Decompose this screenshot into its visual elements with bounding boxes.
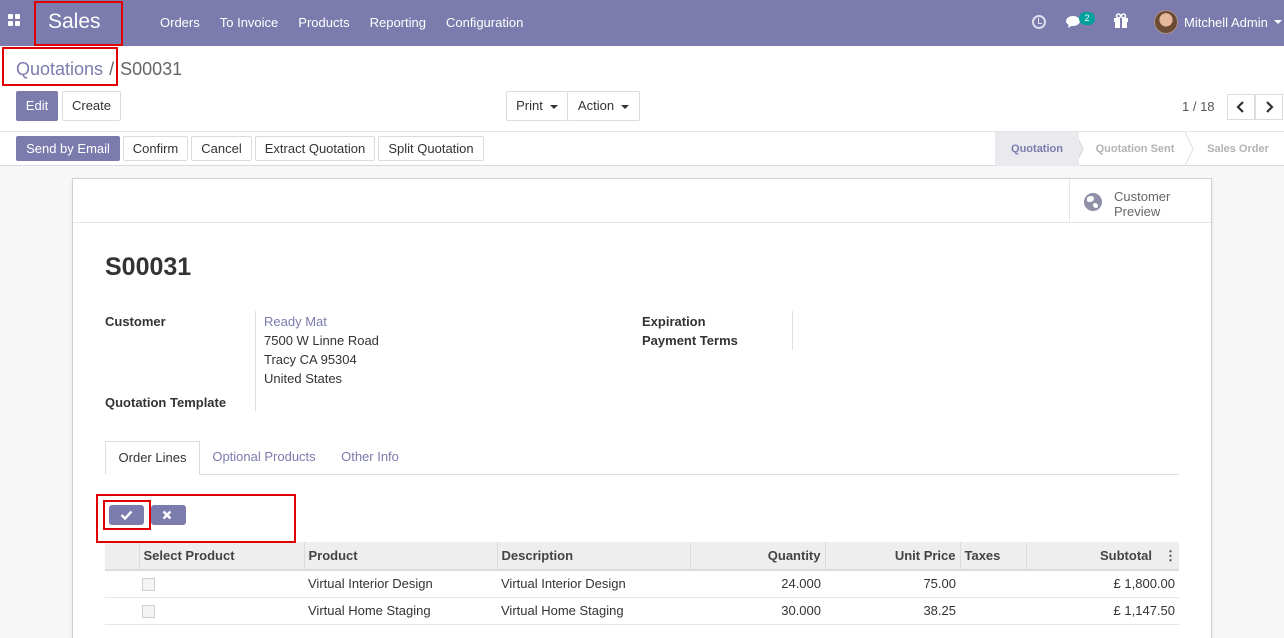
record-title: S00031 <box>105 253 192 281</box>
field-divider <box>255 311 256 411</box>
send-by-email-button[interactable]: Send by Email <box>16 136 120 161</box>
row-select-column <box>105 542 139 571</box>
menu-reporting[interactable]: Reporting <box>370 15 426 30</box>
column-header-unit-price[interactable]: Unit Price <box>824 542 960 571</box>
breadcrumb: Quotations / S00031 <box>16 59 182 80</box>
field-divider <box>792 311 793 350</box>
print-label: Print <box>516 98 543 113</box>
menu-products[interactable]: Products <box>298 15 349 30</box>
pager-previous-button[interactable] <box>1227 94 1255 120</box>
column-header-quantity[interactable]: Quantity <box>689 542 825 571</box>
stage-quotation[interactable]: Quotation <box>995 132 1079 166</box>
pager-value[interactable]: 1 / 18 <box>1182 99 1215 114</box>
product-cell[interactable]: Virtual Home Staging <box>304 597 497 625</box>
split-quotation-button[interactable]: Split Quotation <box>378 136 484 161</box>
customer-address-line2: Tracy CA 95304 <box>264 352 357 367</box>
stage-quotation-sent[interactable]: Quotation Sent <box>1087 132 1183 166</box>
expiration-label: Expiration <box>642 314 706 329</box>
subtotal-cell: £ 1,147.50 <box>1026 597 1179 625</box>
print-dropdown[interactable]: Print <box>506 91 568 121</box>
column-header-subtotal[interactable]: Subtotal ⋮ <box>1025 542 1179 571</box>
apps-menu-icon[interactable] <box>8 14 24 30</box>
chat-count-badge: 2 <box>1079 12 1095 25</box>
quotation-template-label: Quotation Template <box>105 395 227 410</box>
subtotal-cell: £ 1,800.00 <box>1026 570 1179 598</box>
product-cell[interactable]: Virtual Interior Design <box>304 570 497 598</box>
control-panel: Quotations / S00031 Edit Create Print Acti… <box>0 46 1284 166</box>
row-handle <box>105 597 139 625</box>
unit-price-cell[interactable]: 75.00 <box>825 570 960 598</box>
chevron-down-icon <box>549 104 558 109</box>
tab-order-lines[interactable]: Order Lines <box>105 441 200 475</box>
column-header-description[interactable]: Description <box>496 542 690 571</box>
taxes-cell[interactable] <box>960 570 1026 598</box>
main-menu: Orders To Invoice Products Reporting Con… <box>160 15 543 30</box>
breadcrumb-separator: / <box>109 59 115 79</box>
customer-address-line3: United States <box>264 371 343 386</box>
select-product-cell <box>139 570 304 598</box>
pager-next-button[interactable] <box>1255 94 1283 120</box>
menu-to-invoice[interactable]: To Invoice <box>220 15 279 30</box>
breadcrumb-current: S00031 <box>120 59 183 79</box>
user-avatar[interactable] <box>1154 10 1178 34</box>
breadcrumb-quotations[interactable]: Quotations <box>16 59 103 79</box>
customer-preview-label: Customer Preview <box>1114 189 1171 219</box>
confirm-button[interactable]: Confirm <box>123 136 188 161</box>
tab-other-info[interactable]: Other Info <box>329 441 411 475</box>
customer-label: Customer <box>105 314 166 329</box>
subtotal-header-label: Subtotal <box>1100 547 1152 563</box>
app-title[interactable]: Sales <box>48 10 101 34</box>
button-box: Customer Preview <box>73 179 1211 223</box>
taxes-cell[interactable] <box>960 597 1026 625</box>
description-cell[interactable]: Virtual Interior Design <box>497 570 690 598</box>
tab-optional-products[interactable]: Optional Products <box>203 441 325 475</box>
quantity-cell[interactable]: 30.000 <box>690 597 825 625</box>
quantity-cell[interactable]: 24.000 <box>690 570 825 598</box>
discard-selection-button[interactable] <box>151 505 186 525</box>
form-sheet: Customer Preview S00031 Customer Ready M… <box>72 178 1212 638</box>
chevron-down-icon <box>621 104 630 109</box>
table-row[interactable]: Virtual Home Staging Virtual Home Stagin… <box>105 597 1179 625</box>
clock-icon[interactable] <box>1032 15 1046 29</box>
column-header-product[interactable]: Product <box>303 542 497 571</box>
description-cell[interactable]: Virtual Home Staging <box>497 597 690 625</box>
action-label: Action <box>577 98 615 113</box>
customer-preview-button[interactable]: Customer Preview <box>1069 179 1211 223</box>
unit-price-cell[interactable]: 38.25 <box>825 597 960 625</box>
menu-orders[interactable]: Orders <box>160 15 200 30</box>
table-row[interactable]: Virtual Interior Design Virtual Interior… <box>105 570 1179 598</box>
customer-address-line1: 7500 W Linne Road <box>264 333 379 348</box>
column-header-taxes[interactable]: Taxes <box>959 542 1026 571</box>
select-product-checkbox[interactable] <box>142 605 155 619</box>
top-navbar: Sales Orders To Invoice Products Reporti… <box>0 0 1284 46</box>
gift-icon[interactable] <box>1113 13 1129 29</box>
action-dropdown[interactable]: Action <box>567 91 640 121</box>
table-header-row: Select Product Product Description Quant… <box>105 542 1179 571</box>
column-header-select-product[interactable]: Select Product <box>138 542 304 571</box>
confirm-selection-button[interactable] <box>109 505 144 525</box>
menu-configuration[interactable]: Configuration <box>446 15 523 30</box>
select-product-cell <box>139 597 304 625</box>
create-button[interactable]: Create <box>62 91 121 121</box>
cancel-button[interactable]: Cancel <box>191 136 252 161</box>
globe-icon <box>1084 193 1102 211</box>
extract-quotation-button[interactable]: Extract Quotation <box>255 136 375 161</box>
select-product-checkbox[interactable] <box>142 578 155 592</box>
check-icon <box>120 510 133 520</box>
user-name[interactable]: Mitchell Admin <box>1184 15 1268 30</box>
stage-sales-order[interactable]: Sales Order <box>1195 132 1281 166</box>
order-lines-table: Select Product Product Description Quant… <box>105 542 1179 625</box>
edit-button[interactable]: Edit <box>16 91 58 121</box>
user-menu-caret-icon[interactable] <box>1274 20 1282 24</box>
notebook-tabs: Order Lines Optional Products Other Info <box>105 441 1179 475</box>
close-icon <box>162 510 172 520</box>
chevron-left-icon <box>1236 101 1244 113</box>
status-stages: Quotation Quotation Sent Sales Order <box>995 132 1284 166</box>
payment-terms-label: Payment Terms <box>642 333 738 348</box>
customer-name-link[interactable]: Ready Mat <box>264 314 327 329</box>
chevron-right-icon <box>1266 101 1274 113</box>
column-options-icon[interactable]: ⋮ <box>1164 548 1177 564</box>
row-handle <box>105 570 139 598</box>
